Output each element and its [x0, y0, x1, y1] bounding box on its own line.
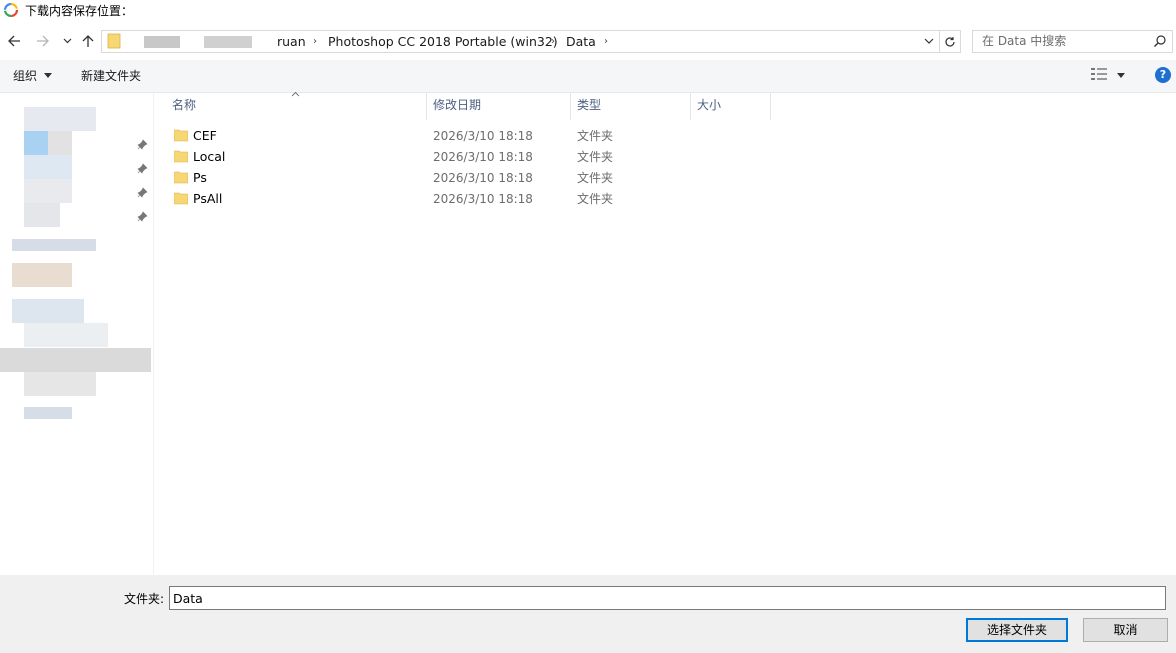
obscured-nav-item[interactable] — [0, 348, 151, 372]
command-bar — [0, 60, 1176, 93]
obscured-crumb — [144, 36, 180, 48]
pin-icon — [137, 187, 148, 198]
window-title: 下载内容保存位置： — [25, 4, 134, 18]
file-modified: 2026/3/10 18:18 — [433, 171, 533, 185]
breadcrumb-separator-icon[interactable]: › — [551, 35, 555, 49]
obscured-nav-item[interactable] — [24, 323, 108, 347]
folder-icon — [174, 150, 188, 163]
obscured-crumb — [204, 36, 252, 48]
file-modified: 2026/3/10 18:18 — [433, 192, 533, 206]
up-arrow-icon — [82, 35, 94, 47]
back-arrow-icon — [8, 35, 20, 47]
help-icon[interactable]: ? — [1155, 67, 1171, 83]
app-icon — [4, 3, 18, 17]
obscured-nav-item[interactable] — [12, 299, 84, 323]
column-divider[interactable] — [770, 92, 771, 120]
column-divider[interactable] — [690, 92, 691, 120]
new-folder-button[interactable]: 新建文件夹 — [81, 68, 141, 84]
file-row[interactable]: CEF 2026/3/10 18:18 文件夹 — [170, 125, 770, 146]
file-row[interactable]: Ps 2026/3/10 18:18 文件夹 — [170, 167, 770, 188]
details-view-icon — [1091, 68, 1107, 80]
pin-icon — [137, 211, 148, 222]
column-divider[interactable] — [426, 92, 427, 120]
organize-label: 组织 — [13, 69, 38, 83]
column-header-type[interactable]: 类型 — [577, 95, 687, 120]
folder-label: 文件夹: — [124, 592, 165, 606]
obscured-nav-item[interactable] — [24, 131, 48, 155]
obscured-nav-item[interactable] — [24, 179, 72, 203]
file-type: 文件夹 — [577, 192, 614, 206]
file-name: CEF — [193, 128, 217, 143]
address-bar[interactable]: ruan › Photoshop CC 2018 Portable (win32… — [101, 30, 940, 53]
refresh-button[interactable] — [939, 30, 961, 53]
folder-icon — [107, 33, 121, 49]
file-type: 文件夹 — [577, 129, 614, 143]
caret-down-icon — [43, 73, 52, 78]
obscured-nav-item[interactable] — [24, 155, 72, 179]
cancel-button[interactable]: 取消 — [1083, 618, 1168, 642]
forward-arrow-icon — [37, 35, 49, 47]
obscured-nav-item[interactable] — [12, 239, 96, 251]
file-name: Local — [193, 149, 226, 164]
obscured-nav-item[interactable] — [12, 263, 72, 287]
file-row[interactable]: PsAll 2026/3/10 18:18 文件夹 — [170, 188, 770, 209]
pin-icon — [137, 139, 148, 150]
recent-locations-button[interactable] — [58, 30, 76, 52]
caret-down-icon — [1117, 73, 1125, 78]
pin-icon — [137, 163, 148, 174]
file-row[interactable]: Local 2026/3/10 18:18 文件夹 — [170, 146, 770, 167]
obscured-nav-item[interactable] — [48, 131, 72, 155]
column-header-modified[interactable]: 修改日期 — [433, 95, 568, 120]
breadcrumb-item[interactable]: Data — [566, 33, 596, 50]
navigation-pane[interactable] — [0, 93, 154, 574]
obscured-nav-item[interactable] — [24, 107, 96, 131]
breadcrumb-separator-icon[interactable]: › — [604, 35, 608, 49]
folder-icon — [174, 192, 188, 205]
breadcrumb-item[interactable]: Photoshop CC 2018 Portable (win32) — [328, 33, 558, 50]
file-modified: 2026/3/10 18:18 — [433, 129, 533, 143]
file-type: 文件夹 — [577, 171, 614, 185]
breadcrumb-item[interactable]: ruan — [277, 33, 306, 50]
file-type: 文件夹 — [577, 150, 614, 164]
organize-menu-button[interactable]: 组织 — [13, 68, 52, 84]
folder-icon — [174, 171, 188, 184]
folder-name-input[interactable] — [169, 586, 1166, 610]
obscured-nav-item[interactable] — [24, 407, 72, 419]
refresh-icon — [944, 36, 955, 47]
column-divider[interactable] — [570, 92, 571, 120]
search-box[interactable]: 在 Data 中搜索 — [972, 30, 1173, 53]
view-options-button[interactable] — [1091, 67, 1131, 83]
file-name: Ps — [193, 170, 207, 185]
column-header-name[interactable]: 名称 — [172, 95, 424, 120]
select-folder-button[interactable]: 选择文件夹 — [966, 618, 1068, 642]
up-button[interactable] — [78, 30, 98, 52]
file-modified: 2026/3/10 18:18 — [433, 150, 533, 164]
obscured-nav-item[interactable] — [24, 203, 60, 227]
file-name: PsAll — [193, 191, 223, 206]
chevron-down-icon — [63, 38, 71, 44]
forward-button[interactable] — [33, 30, 53, 52]
folder-icon — [174, 129, 188, 142]
title-bar — [0, 0, 1176, 22]
column-header-size[interactable]: 大小 — [697, 95, 767, 120]
back-button[interactable] — [4, 30, 24, 52]
address-dropdown-icon[interactable] — [924, 38, 934, 45]
search-placeholder: 在 Data 中搜索 — [982, 34, 1067, 48]
breadcrumb-separator-icon[interactable]: › — [313, 35, 317, 49]
search-icon[interactable] — [1153, 34, 1167, 48]
obscured-nav-item[interactable] — [24, 372, 96, 396]
